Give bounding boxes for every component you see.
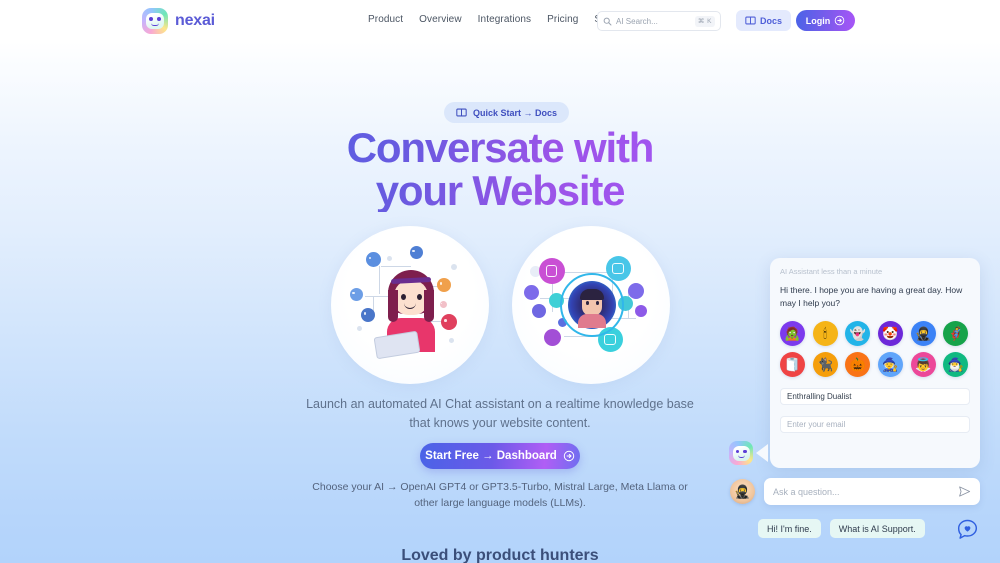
ask-question-placeholder: Ask a question... [773,486,840,497]
hero-subtitle: Launch an automated AI Chat assistant on… [306,397,694,430]
nav-link-overview[interactable]: Overview [419,14,461,25]
avatar-glyph: 🧻 [784,357,801,372]
avatar-option[interactable]: 🧙‍♂️ [943,352,969,377]
avatar-glyph: 🥷 [915,326,932,341]
arrow-right-circle-icon [834,15,845,26]
brand-logo[interactable]: nexai [142,8,215,34]
avatar-glyph: 🕯 [823,326,827,341]
assistant-name-value: Enthralling Dualist [787,392,852,401]
search-placeholder: AI Search... [616,16,658,26]
avatar-option[interactable]: 🧟 [780,321,805,346]
search-icon [603,17,612,25]
book-icon [745,16,756,25]
ask-question-input[interactable]: Ask a question... [764,478,980,505]
avatar-glyph: 🧟 [784,326,801,341]
nexai-bot-logo-icon [142,8,168,34]
social-proof-heading: Loved by product hunters [401,547,599,563]
hero-illustrations [320,226,680,384]
avatar-option[interactable]: 🧙 [877,352,903,377]
login-button[interactable]: Login [796,10,855,31]
supported-models-text: Choose your AI → OpenAI GPT4 or GPT3.5-T… [312,481,688,509]
top-navigation-bar: nexai Product Overview Integrations Pric… [0,0,1000,42]
avatar-glyph: 👻 [849,326,866,341]
ai-avatar-network-hub-illustration [511,226,670,384]
cta-label: Start Free → Dashboard [425,450,557,462]
user-avatar: 🥷 [730,479,755,504]
docs-button[interactable]: Docs [736,10,791,31]
nav-link-integrations[interactable]: Integrations [478,14,531,25]
book-icon [456,108,467,117]
avatar-option[interactable]: 🤡 [877,321,903,346]
quick-reply-chip[interactable]: What is AI Support. [829,519,925,538]
chat-launcher-button[interactable] [955,517,979,541]
quick-reply-chips: Hi! I'm fine. What is AI Support. [758,519,925,538]
avatar-option[interactable]: 👻 [845,321,871,346]
chat-heart-icon [957,519,977,539]
ask-question-row: 🥷 Ask a question... [730,478,980,505]
chat-assistant-meta: AI Assistant less than a minute [780,267,883,276]
avatar-option[interactable]: 👼 [910,352,936,377]
quick-start-pill-label: Quick Start → Docs [473,107,558,118]
login-button-label: Login [805,15,831,26]
headline-line-1: Conversate with [346,124,654,171]
docs-button-label: Docs [759,15,782,26]
avatar-picker-grid: 🧟 🕯 👻 🤡 🥷 🦸 🧻 🐈‍⬛ 🎃 🧙 👼 🧙‍♂️ [780,321,970,377]
avatar-option[interactable]: 🎃 [845,352,871,377]
email-field[interactable]: Enter your email [780,416,970,433]
arrow-right-circle-icon [563,450,575,462]
start-free-dashboard-button[interactable]: Start Free → Dashboard [420,443,580,469]
girl-with-laptop-ai-network-illustration [330,226,489,384]
nexai-bot-avatar-icon [729,441,753,465]
search-shortcut-badge: ⌘ K [694,15,715,27]
avatar-glyph: 🧙 [882,357,899,372]
avatar-glyph: 🤡 [882,326,899,341]
assistant-name-field[interactable]: Enthralling Dualist [780,388,970,405]
avatar-option[interactable]: 🦸 [943,321,969,346]
nav-link-pricing[interactable]: Pricing [547,14,578,25]
avatar-option[interactable]: 🕯 [812,321,838,346]
primary-nav-links: Product Overview Integrations Pricing Su… [368,14,630,25]
quick-start-docs-pill[interactable]: Quick Start → Docs [444,102,570,123]
avatar-option[interactable]: 🐈‍⬛ [812,352,838,377]
headline-line-2: your Website [375,167,625,214]
avatar-glyph: 🐈‍⬛ [817,357,834,372]
search-input[interactable]: AI Search... ⌘ K [597,11,721,31]
brand-name: nexai [175,12,215,29]
avatar-option[interactable]: 🧻 [780,352,805,377]
avatar-glyph: 🦸 [947,326,964,341]
email-placeholder: Enter your email [787,420,846,429]
avatar-glyph: 🧙‍♂️ [947,357,964,372]
chat-greeting-message: Hi there. I hope you are having a great … [780,285,963,308]
quick-reply-chip[interactable]: Hi! I'm fine. [758,519,821,538]
avatar-glyph: 👼 [915,357,932,372]
avatar-glyph: 🎃 [849,357,866,372]
nav-link-product[interactable]: Product [368,14,403,25]
user-avatar-glyph: 🥷 [734,483,751,499]
send-icon[interactable] [958,485,971,498]
avatar-option[interactable]: 🥷 [910,321,936,346]
chat-assistant-panel: AI Assistant less than a minute Hi there… [770,258,980,468]
page-title: Conversate with your Website [250,126,750,212]
chat-bubble-tail [756,444,768,462]
